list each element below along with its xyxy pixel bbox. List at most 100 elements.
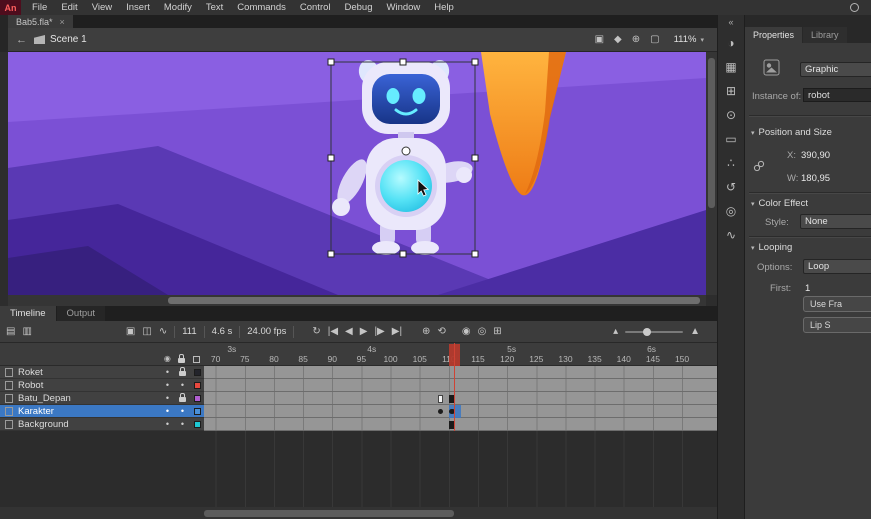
frame-view-options-icon[interactable]: ▥: [22, 327, 31, 337]
selection-handle[interactable]: [328, 59, 334, 65]
edit-multiple-frames-icon[interactable]: ⊞: [493, 327, 501, 337]
onion-skin-outlines-icon[interactable]: ◎: [478, 327, 487, 337]
layer-lock-toggle[interactable]: •: [175, 405, 190, 418]
transform-icon[interactable]: ▭: [718, 127, 744, 151]
selection-handle[interactable]: [400, 59, 406, 65]
layer-name-cell[interactable]: Robot: [0, 379, 160, 392]
tab-timeline[interactable]: Timeline: [0, 306, 56, 321]
add-camera-icon[interactable]: ▣: [126, 327, 135, 337]
tab-properties[interactable]: Properties: [745, 27, 802, 43]
layer-outline-toggle[interactable]: [190, 366, 204, 379]
step-forward-icon[interactable]: |▶: [374, 327, 384, 337]
first-value[interactable]: 1: [805, 283, 810, 294]
stage-vertical-scrollbar[interactable]: [706, 52, 717, 295]
layer-frames-strip[interactable]: [204, 418, 717, 431]
motion-editor-icon[interactable]: ∿: [718, 223, 744, 247]
timeline-zoom-in-icon[interactable]: ▲: [690, 327, 700, 337]
layer-lock-toggle[interactable]: [175, 392, 190, 405]
history-icon[interactable]: ↺: [718, 175, 744, 199]
frame-rate-display[interactable]: 24.00 fps: [247, 326, 286, 337]
layer-name-cell[interactable]: Background: [0, 418, 160, 431]
layer-lock-toggle[interactable]: [175, 366, 190, 379]
style-dropdown[interactable]: None ▾: [800, 214, 871, 229]
layer-frames-strip[interactable]: [204, 366, 717, 379]
center-frame-icon[interactable]: ⊕: [422, 327, 430, 337]
layer-row-batu_depan[interactable]: Batu_Depan•: [0, 392, 717, 405]
layer-row-background[interactable]: Background••: [0, 418, 717, 431]
tab-output[interactable]: Output: [57, 306, 106, 321]
lip-syncing-button[interactable]: Lip S: [803, 317, 871, 333]
layer-name-cell[interactable]: Batu_Depan: [0, 392, 160, 405]
x-value[interactable]: 390,90: [801, 150, 830, 161]
outline-column-icon[interactable]: [193, 356, 200, 363]
link-width-height-icon[interactable]: [753, 160, 765, 172]
transform-point[interactable]: [402, 147, 410, 155]
menu-item-control[interactable]: Control: [293, 0, 338, 15]
layer-outline-toggle[interactable]: [190, 405, 204, 418]
loop-playback-icon[interactable]: ↻: [312, 327, 320, 337]
instance-name-field[interactable]: robot: [803, 88, 871, 102]
graph-editor-icon[interactable]: ∿: [159, 327, 167, 337]
menu-item-view[interactable]: View: [85, 0, 119, 15]
stage-horizontal-scrollbar[interactable]: [8, 295, 706, 306]
align-icon[interactable]: ⊞: [718, 79, 744, 103]
layer-frames-strip[interactable]: [204, 392, 717, 405]
layer-outline-toggle[interactable]: [190, 392, 204, 405]
menu-item-file[interactable]: File: [25, 0, 54, 15]
layer-visibility-toggle[interactable]: •: [160, 405, 175, 418]
layer-frames-strip[interactable]: [204, 405, 717, 418]
loop-range-icon[interactable]: ⟲: [437, 327, 445, 337]
go-to-last-frame-icon[interactable]: ▶|: [392, 327, 402, 337]
timeline-horizontal-scrollbar[interactable]: [0, 507, 717, 519]
onion-skin-icon[interactable]: ◉: [462, 327, 471, 337]
menu-item-edit[interactable]: Edit: [54, 0, 84, 15]
layer-lock-toggle[interactable]: •: [175, 379, 190, 392]
symbol-behavior-dropdown[interactable]: Graphic ▾: [800, 62, 871, 77]
scrollbar-thumb[interactable]: [168, 297, 700, 304]
section-position-size[interactable]: ▾ Position and Size: [751, 127, 832, 138]
menu-item-window[interactable]: Window: [380, 0, 428, 15]
layer-visibility-toggle[interactable]: •: [160, 379, 175, 392]
menu-item-debug[interactable]: Debug: [338, 0, 380, 15]
edit-scene-icon[interactable]: ▣: [595, 34, 604, 45]
brush-library-icon[interactable]: ◑: [718, 31, 744, 55]
use-frame-picker-button[interactable]: Use Fra: [803, 296, 871, 312]
camera-icon[interactable]: ◎: [718, 199, 744, 223]
slider-knob[interactable]: [643, 328, 651, 336]
timeline-zoom-out-icon[interactable]: ▴: [613, 327, 618, 337]
timeline-zoom-slider[interactable]: [625, 331, 683, 333]
layer-lock-toggle[interactable]: •: [175, 418, 190, 431]
document-tab[interactable]: Bab5.fla* ×: [8, 15, 73, 28]
menu-item-modify[interactable]: Modify: [157, 0, 199, 15]
expand-panels-icon[interactable]: «: [718, 15, 744, 31]
swatches-icon[interactable]: ▦: [718, 55, 744, 79]
go-to-first-frame-icon[interactable]: |◀: [328, 327, 338, 337]
app-logo[interactable]: An: [0, 0, 21, 15]
timeline-options-icon[interactable]: ▤: [6, 327, 15, 337]
selection-handle[interactable]: [472, 155, 478, 161]
tab-library[interactable]: Library: [803, 27, 847, 43]
step-back-icon[interactable]: ◀: [345, 327, 353, 337]
selection-handle[interactable]: [328, 155, 334, 161]
close-icon[interactable]: ×: [60, 17, 65, 27]
layer-visibility-toggle[interactable]: •: [160, 392, 175, 405]
menu-item-insert[interactable]: Insert: [119, 0, 157, 15]
elapsed-time-display[interactable]: 4.6 s: [212, 326, 233, 337]
edit-symbols-icon[interactable]: ◆: [614, 34, 622, 45]
selection-handle[interactable]: [328, 251, 334, 257]
layer-outline-toggle[interactable]: [190, 379, 204, 392]
menu-item-help[interactable]: Help: [427, 0, 461, 15]
stage-canvas[interactable]: [8, 52, 706, 295]
selection-handle[interactable]: [400, 251, 406, 257]
back-arrow-icon[interactable]: ←: [16, 34, 27, 46]
layer-name-cell[interactable]: Roket: [0, 366, 160, 379]
layer-visibility-toggle[interactable]: •: [160, 366, 175, 379]
layer-row-roket[interactable]: Roket•: [0, 366, 717, 379]
layer-name-cell[interactable]: Karakter: [0, 405, 160, 418]
layer-outline-toggle[interactable]: [190, 418, 204, 431]
scene-breadcrumb[interactable]: Scene 1: [34, 34, 87, 45]
show-layer-depth-icon[interactable]: ◫: [142, 327, 151, 337]
w-value[interactable]: 180,95: [801, 173, 830, 184]
visibility-column-icon[interactable]: ◉: [164, 355, 171, 363]
layer-frames-strip[interactable]: [204, 379, 717, 392]
